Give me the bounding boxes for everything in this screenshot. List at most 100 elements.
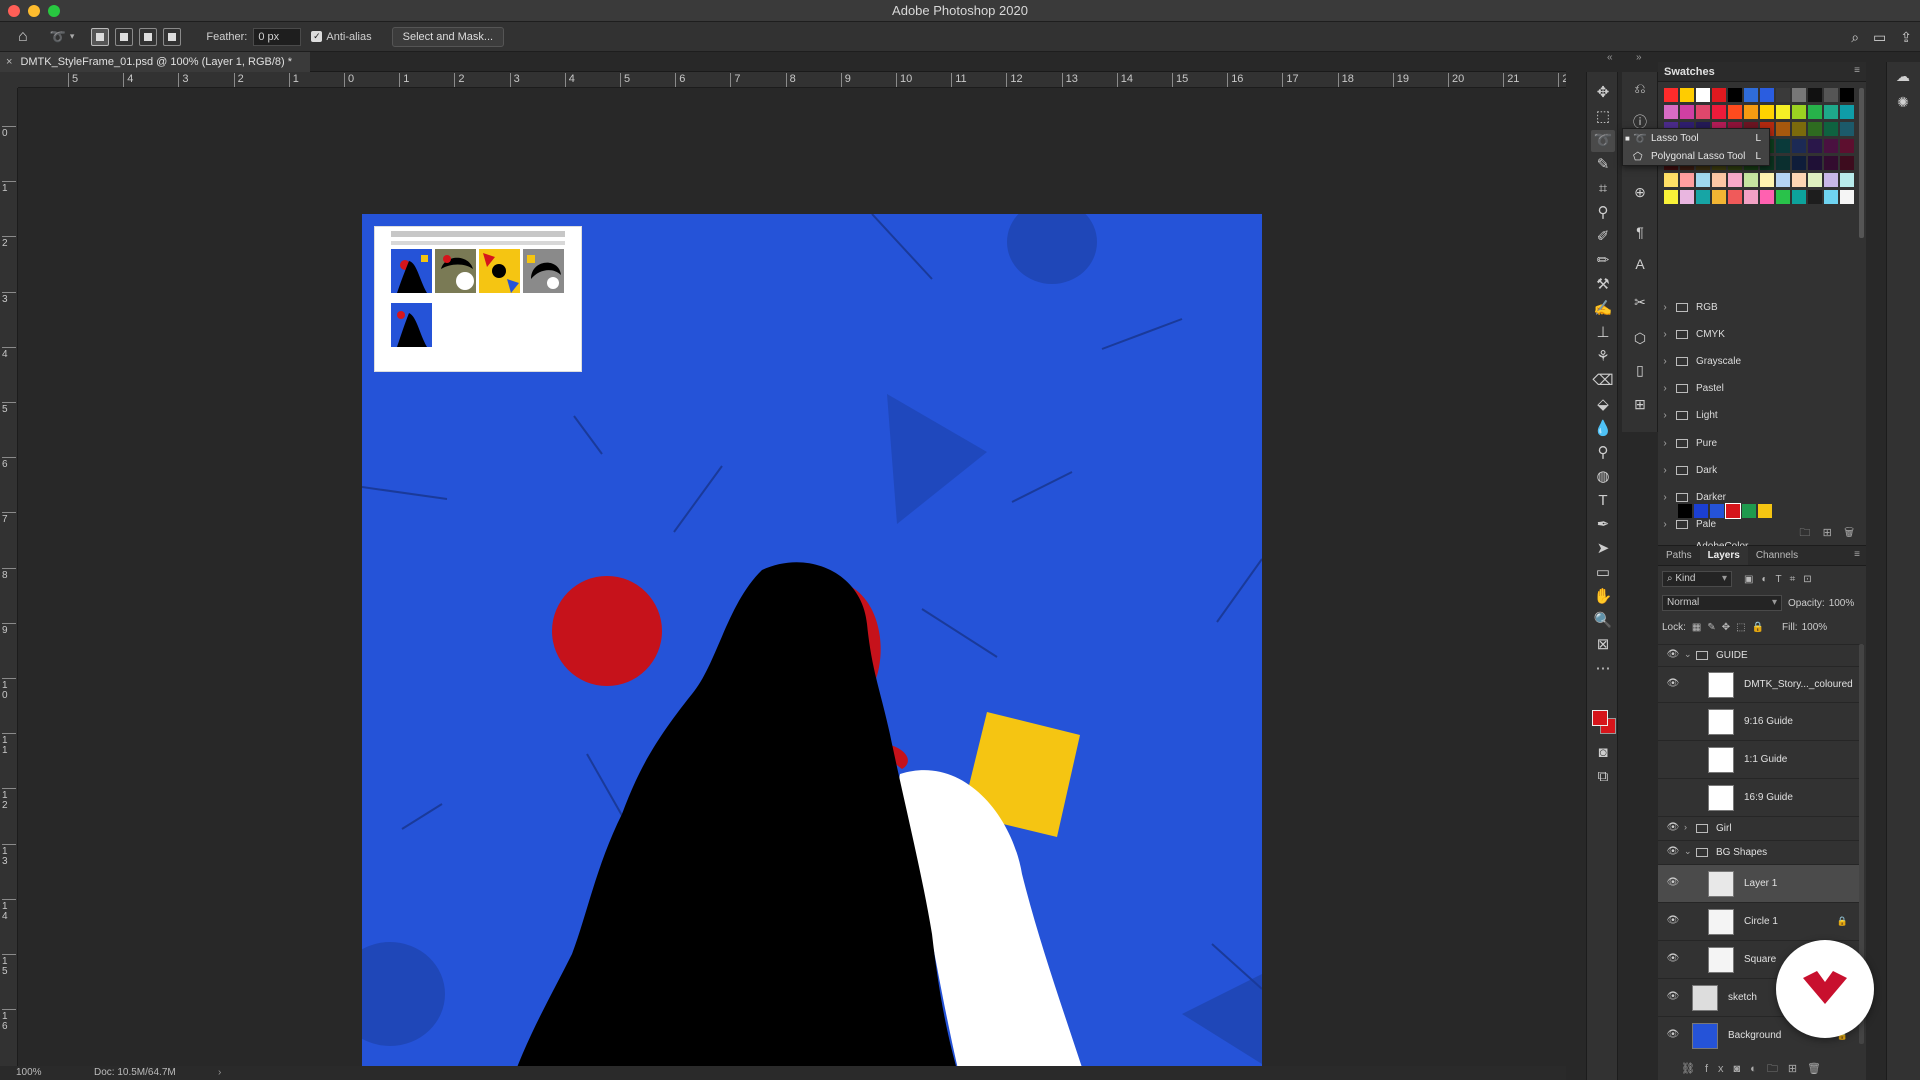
color-swatch[interactable]	[1808, 173, 1822, 187]
marquee-tool[interactable]: ⬚	[1591, 106, 1615, 128]
swatch-folder[interactable]: › Grayscale	[1658, 350, 1858, 372]
frame-tool[interactable]: ⊠	[1591, 634, 1615, 656]
cc-libraries-icon[interactable]: ☁	[1893, 66, 1913, 86]
color-swatch[interactable]	[1824, 122, 1838, 136]
chevron-right-icon[interactable]: ›	[1658, 302, 1672, 313]
stamp-tool[interactable]: ⊥	[1591, 322, 1615, 344]
zoom-tool[interactable]: 🔍	[1591, 610, 1615, 632]
swatch-folder[interactable]: › Light	[1658, 405, 1858, 427]
blur-tool[interactable]: 💧	[1591, 418, 1615, 440]
color-swatch[interactable]	[1744, 105, 1758, 119]
color-swatch[interactable]	[1742, 504, 1756, 518]
layer-group-row[interactable]: 👁 › Girl	[1658, 816, 1864, 840]
path-selection-tool[interactable]: ➤	[1591, 538, 1615, 560]
document-tab[interactable]: × DMTK_StyleFrame_01.psd @ 100% (Layer 1…	[0, 52, 310, 72]
chevron-down-icon[interactable]: ⌄	[1684, 846, 1692, 857]
select-and-mask-button[interactable]: Select and Mask...	[391, 26, 505, 47]
3d-icon[interactable]: ⬡	[1630, 328, 1650, 348]
clone-stamp-tool[interactable]: ⚒	[1591, 274, 1615, 296]
new-swatch-icon[interactable]: ⊞	[1823, 527, 1832, 539]
foreground-color-swatch[interactable]	[1592, 710, 1608, 726]
color-swatch[interactable]	[1696, 88, 1710, 102]
quick-selection-tool[interactable]: ✎	[1591, 154, 1615, 176]
layer-row[interactable]: 👁 Circle 1 🔒	[1658, 902, 1864, 940]
flyout-item-polygonal-lasso[interactable]: ⬠ Polygonal Lasso Tool L	[1623, 147, 1769, 165]
tool-preset-picker[interactable]: ➰ ▾	[50, 22, 75, 52]
status-menu-chevron-icon[interactable]: ›	[218, 1067, 221, 1078]
color-swatch[interactable]	[1664, 105, 1678, 119]
zoom-level[interactable]: 100%	[16, 1067, 42, 1078]
spot-healing-tool[interactable]: ✐	[1591, 226, 1615, 248]
layer-row[interactable]: 👁 1:1 Guide	[1658, 740, 1864, 778]
color-swatch[interactable]	[1840, 122, 1854, 136]
chevron-right-icon[interactable]: ›	[1658, 356, 1672, 367]
color-swatch[interactable]	[1744, 173, 1758, 187]
color-swatch[interactable]	[1840, 139, 1854, 153]
new-layer-icon[interactable]: ⊞	[1788, 1063, 1807, 1075]
swatch-folder[interactable]: › Pastel	[1658, 378, 1858, 400]
color-swatch[interactable]	[1840, 156, 1854, 170]
color-swatch[interactable]	[1776, 156, 1790, 170]
color-swatch[interactable]	[1710, 504, 1724, 518]
color-swatch[interactable]	[1744, 88, 1758, 102]
color-swatch[interactable]	[1696, 190, 1710, 204]
swatches-panel-title[interactable]: Swatches	[1664, 66, 1715, 78]
mixer-brush-tool[interactable]: ⚘	[1591, 346, 1615, 368]
color-swatch[interactable]	[1680, 88, 1694, 102]
color-swatch[interactable]	[1678, 504, 1692, 518]
color-swatch[interactable]	[1694, 504, 1708, 518]
visibility-eye-icon[interactable]: 👁	[1666, 915, 1680, 926]
chevron-right-icon[interactable]: ›	[1658, 383, 1672, 394]
color-swatch[interactable]	[1696, 105, 1710, 119]
visibility-eye-icon[interactable]: 👁	[1666, 753, 1680, 764]
share-icon[interactable]: ⇪	[1900, 29, 1912, 46]
intersect-selection-button[interactable]	[163, 27, 182, 46]
layer-row[interactable]: 👁 Layer 1	[1658, 864, 1864, 902]
color-swatch[interactable]	[1808, 156, 1822, 170]
workspace-icon[interactable]: ▭	[1873, 29, 1886, 46]
color-swatch[interactable]	[1808, 88, 1822, 102]
swatch-folder[interactable]: › Dark	[1658, 459, 1858, 481]
color-swatch[interactable]	[1824, 190, 1838, 204]
color-swatch[interactable]	[1760, 173, 1774, 187]
adjustments-icon[interactable]: ⊕	[1630, 182, 1650, 202]
swatch-folder[interactable]: › RGB	[1658, 296, 1858, 318]
color-swatch[interactable]	[1712, 105, 1726, 119]
color-swatch[interactable]	[1758, 504, 1772, 518]
visibility-eye-icon[interactable]: 👁	[1666, 715, 1680, 726]
visibility-eye-icon[interactable]: 👁	[1666, 678, 1680, 689]
layer-row[interactable]: 👁 16:9 Guide	[1658, 778, 1864, 816]
layer-row[interactable]: 👁 DMTK_Story..._coloured	[1658, 666, 1864, 702]
screen-mode-tool[interactable]: ⧉	[1591, 766, 1615, 788]
color-swatch[interactable]	[1712, 173, 1726, 187]
layer-group-row[interactable]: 👁 ⌄ BG Shapes	[1658, 840, 1864, 864]
adjustment-layer-icon[interactable]: ◐	[1750, 1063, 1767, 1075]
color-swatch[interactable]	[1840, 190, 1854, 204]
color-swatch[interactable]	[1776, 88, 1790, 102]
document-size[interactable]: Doc: 10.5M/64.7M	[94, 1067, 176, 1078]
pen-tool[interactable]: ✒	[1591, 514, 1615, 536]
history-icon[interactable]: ⎌	[1630, 78, 1650, 98]
color-swatch[interactable]	[1728, 88, 1742, 102]
fx-icon[interactable]: fx	[1705, 1063, 1734, 1075]
swatch-folder[interactable]: › Pure	[1658, 432, 1858, 454]
color-swatch[interactable]	[1792, 105, 1806, 119]
color-swatch[interactable]	[1664, 190, 1678, 204]
tab-channels[interactable]: Channels	[1748, 546, 1806, 565]
chevron-right-icon[interactable]: ›	[1658, 492, 1672, 503]
new-group-icon[interactable]: 🗀	[1767, 1063, 1788, 1075]
visibility-eye-icon[interactable]: 👁	[1666, 822, 1680, 833]
hand-tool[interactable]: ✋	[1591, 586, 1615, 608]
move-tool[interactable]: ✥	[1591, 82, 1615, 104]
subtract-from-selection-button[interactable]	[139, 27, 158, 46]
delete-layer-icon[interactable]: 🗑	[1807, 1063, 1831, 1075]
color-swatch[interactable]	[1840, 88, 1854, 102]
chevron-right-icon[interactable]: ›	[1658, 329, 1672, 340]
paragraph-icon[interactable]: ¶	[1630, 222, 1650, 242]
color-swatch[interactable]	[1728, 190, 1742, 204]
search-icon[interactable]: ⌕	[1851, 29, 1859, 46]
close-tab-icon[interactable]: ×	[6, 56, 12, 68]
fill-input[interactable]: 100%	[1802, 622, 1828, 633]
tab-layers[interactable]: Layers	[1699, 546, 1748, 565]
color-swatch[interactable]	[1760, 190, 1774, 204]
